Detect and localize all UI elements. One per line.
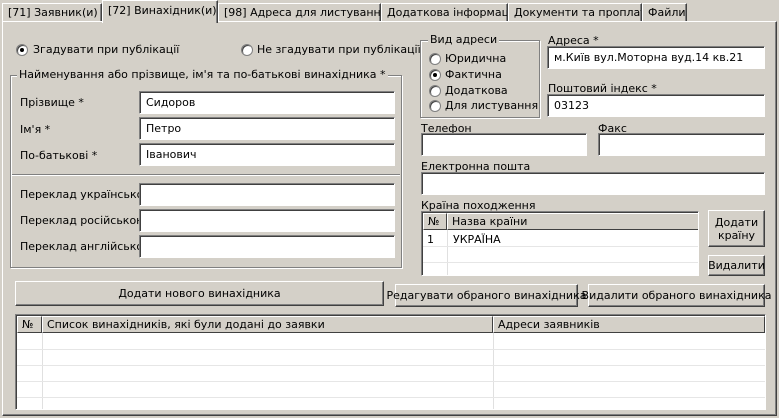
patronymic-label: По-батькові * — [20, 149, 98, 162]
tab-strip: [71] Заявник(и) * [72] Винахідник(и) * [… — [0, 0, 779, 23]
translation-en-input[interactable] — [139, 235, 395, 258]
postcode-input[interactable]: 03123 — [547, 94, 765, 117]
inventor-name-group-title: Найменування або прізвище, ім'я та по-ба… — [17, 68, 388, 81]
inventors-col-num: № — [17, 316, 42, 333]
delete-country-button[interactable]: Видалити — [708, 255, 765, 276]
translation-ua-input[interactable] — [139, 183, 395, 206]
table-row — [423, 262, 698, 275]
country-grid[interactable]: № Назва країни 1 УКРАЇНА — [421, 211, 699, 276]
tab-inventors[interactable]: [72] Винахідник(и) * — [102, 0, 218, 23]
no-mention-radio[interactable] — [241, 44, 253, 56]
surname-input[interactable]: Сидоров — [139, 91, 395, 114]
firstname-input[interactable]: Петро — [139, 117, 395, 140]
translation-en-label: Переклад англійською — [20, 240, 153, 253]
radio-dot — [20, 48, 24, 52]
translation-ru-label: Переклад російською — [20, 214, 146, 227]
mention-label: Згадувати при публікації — [33, 43, 180, 56]
address-type-title: Вид адреси — [428, 33, 500, 46]
address-type-correspondence-radio[interactable] — [429, 100, 441, 112]
add-country-button[interactable]: Додати країну — [708, 210, 765, 247]
country-row-num: 1 — [427, 233, 434, 246]
translation-ua-label: Переклад українською — [20, 188, 153, 201]
patronymic-input[interactable]: Іванович — [139, 143, 395, 166]
country-col-num: № — [423, 213, 447, 230]
inventors-col-list: Список винахідників, які були додані до … — [42, 316, 493, 333]
address-type-legal-label: Юридична — [445, 52, 507, 65]
tab-additional-info[interactable]: Додаткова інформація — [381, 3, 508, 22]
tab-files[interactable]: Файли — [642, 3, 687, 22]
translation-ru-input[interactable] — [139, 209, 395, 232]
country-row-name: УКРАЇНА — [453, 233, 501, 246]
country-col-name: Назва країни — [447, 213, 698, 230]
address-type-legal-radio[interactable] — [429, 53, 441, 65]
inventors-grid[interactable]: № Список винахідників, які були додані д… — [15, 314, 766, 410]
fax-input[interactable] — [598, 133, 765, 156]
phone-input[interactable] — [421, 133, 587, 156]
table-row — [17, 366, 765, 382]
inventors-col-addresses: Адреси заявників — [493, 316, 765, 333]
tab-documents-payments[interactable]: Документи та проплати — [508, 3, 642, 22]
table-row — [17, 350, 765, 366]
table-row — [17, 334, 765, 350]
address-input[interactable]: м.Київ вул.Моторна вуд.14 кв.21 — [547, 46, 765, 69]
address-type-actual-label: Фактична — [445, 68, 502, 81]
firstname-label: Ім'я * — [20, 123, 51, 136]
radio-dot — [433, 73, 437, 77]
delete-inventor-button[interactable]: Видалити обраного винахідника — [582, 284, 771, 307]
email-input[interactable] — [421, 172, 765, 195]
surname-label: Прізвище * — [20, 96, 84, 109]
address-type-additional-label: Додаткова — [445, 84, 508, 97]
no-mention-label: Не згадувати при публікації — [257, 43, 421, 56]
add-inventor-button[interactable]: Додати нового винахідника — [15, 281, 384, 306]
table-row[interactable]: 1 УКРАЇНА — [423, 231, 698, 247]
tab-correspondence-address[interactable]: [98] Адреса для листування * — [218, 3, 381, 22]
address-type-correspondence-label: Для листування — [445, 99, 539, 112]
table-row — [423, 247, 698, 263]
table-row — [17, 382, 765, 398]
mention-radio[interactable] — [16, 44, 28, 56]
address-type-actual-radio[interactable] — [429, 69, 441, 81]
tab-applicants[interactable]: [71] Заявник(и) * — [2, 3, 102, 22]
divider — [12, 174, 400, 176]
address-type-additional-radio[interactable] — [429, 85, 441, 97]
edit-inventor-button[interactable]: Редагувати обраного винахідника — [387, 284, 586, 307]
